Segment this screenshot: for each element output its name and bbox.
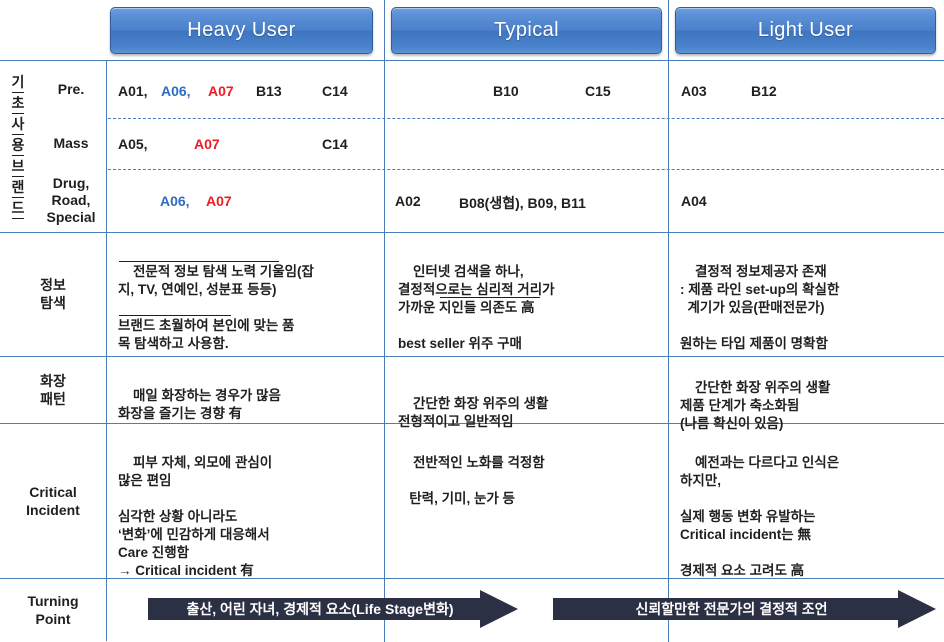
brand-code: A02: [395, 193, 421, 209]
turning-point-arrow-2: 신뢰할만한 전문가의 결정적 조언: [553, 590, 936, 628]
row-label-turning-point: Turning Point: [27, 593, 79, 627]
vertical-label-char-4: 브: [11, 157, 25, 177]
brand-code: A07: [206, 193, 232, 209]
cell-text: 예전과는 다르다고 인식은 하지만, 실제 행동 변화 유발하는 Critica…: [680, 455, 840, 578]
brand-sublabel-pre: Pre.: [57, 80, 85, 97]
underline-deco: [119, 315, 231, 316]
turning-point-arrow-2-label: 신뢰할만한 전문가의 결정적 조언: [635, 601, 828, 617]
underline-deco: [440, 297, 540, 298]
row-label-info-search: 정보 탐색: [40, 277, 66, 311]
brand-code: A03: [681, 83, 707, 99]
vertical-label-char-1: 초: [11, 94, 25, 114]
cell-text: 결정적 정보제공자 존재 : 제품 라인 set-up의 확실한 계기가 있음(…: [680, 264, 840, 351]
turning-point-arrow-1: 출산, 어린 자녀, 경제적 요소(Life Stage변화): [148, 590, 518, 628]
brand-code: A07: [194, 136, 220, 152]
grid-hdash-pre-mass: [108, 118, 944, 119]
brand-code: B13: [256, 83, 282, 99]
brand-code: A05,: [118, 136, 148, 152]
cell-text: 전문적 정보 탐색 노력 기울임(잡 지, TV, 연예인, 성분표 등등) 브…: [118, 264, 314, 351]
cell-critical-incident-heavy: 피부 자체, 외모에 관심이 많은 편임 심각한 상황 아니라도 ‘변화’에 민…: [118, 436, 380, 598]
column-header-typical[interactable]: Typical: [391, 7, 662, 54]
column-header-light-user[interactable]: Light User: [675, 7, 936, 54]
vertical-label-char-0: 기: [11, 73, 25, 93]
brand-code: A07: [208, 83, 234, 99]
cell-critical-incident-light: 예전과는 다르다고 인식은 하지만, 실제 행동 변화 유발하는 Critica…: [680, 436, 942, 598]
column-header-typical-label: Typical: [493, 19, 560, 41]
brand-code: A06,: [161, 83, 191, 99]
brand-code: C14: [322, 136, 348, 152]
column-header-heavy-user[interactable]: Heavy User: [110, 7, 373, 54]
vertical-label-char-6: 드: [11, 199, 25, 219]
grid-vline-label-col: [106, 60, 107, 641]
brand-code: C15: [585, 83, 611, 99]
cell-makeup-heavy: 매일 화장하는 경우가 많음 화장을 즐기는 경향 有: [118, 369, 380, 441]
brand-code: A06,: [160, 193, 190, 209]
row-label-makeup-pattern: 화장 패턴: [40, 372, 66, 407]
column-header-heavy-user-label: Heavy User: [187, 19, 296, 41]
cell-critical-incident-typical: 전반적인 노화를 걱정함 탄력, 기미, 눈가 등: [398, 436, 666, 526]
cell-text: 피부 자체, 외모에 관심이 많은 편임 심각한 상황 아니라도 ‘변화’에 민…: [118, 455, 273, 578]
brand-sublabel-drug: Drug, Road, Special: [46, 175, 96, 225]
brand-code: A04: [681, 193, 707, 209]
cell-info-search-light: 결정적 정보제공자 존재 : 제품 라인 set-up의 확실한 계기가 있음(…: [680, 245, 942, 371]
slide-canvas: Heavy User Typical Light User 기 초 사 용 브 …: [0, 0, 944, 642]
brand-sublabel-mass: Mass: [53, 135, 89, 151]
turning-point-arrow-1-label: 출산, 어린 자녀, 경제적 요소(Life Stage변화): [186, 601, 454, 617]
vertical-label-char-2: 사: [11, 115, 25, 135]
grid-hline-top: [0, 60, 944, 61]
vertical-label-base-brand: 기 초 사 용 브 랜 드: [4, 62, 32, 230]
brand-code: B10: [493, 83, 519, 99]
cell-info-search-heavy: 전문적 정보 탐색 노력 기울임(잡 지, TV, 연예인, 성분표 등등) 브…: [118, 245, 380, 371]
grid-vline-typ-light: [668, 0, 669, 642]
brand-code: B08(생협), B09, B11: [459, 195, 586, 211]
cell-text: 매일 화장하는 경우가 많음 화장을 즐기는 경향 有: [118, 388, 281, 421]
vertical-label-char-3: 용: [11, 136, 25, 156]
underline-deco: [119, 261, 279, 262]
cell-text: 전반적인 노화를 걱정함 탄력, 기미, 눈가 등: [409, 455, 545, 506]
brand-code: C14: [322, 83, 348, 99]
column-header-light-user-label: Light User: [757, 19, 854, 41]
cell-text: 간단한 화장 위주의 생활 제품 단계가 축소화됨 (나름 확신이 있음): [680, 380, 831, 431]
vertical-label-char-5: 랜: [11, 178, 25, 198]
brand-code: A01,: [118, 83, 148, 99]
grid-vline-heavy-typ: [384, 0, 385, 642]
brand-code: B12: [751, 83, 777, 99]
grid-hdash-mass-drug: [108, 169, 944, 170]
cell-info-search-typical: 인터넷 검색을 하나, 결정적으로는 심리적 거리가 가까운 지인들 의존도 高…: [398, 245, 666, 371]
row-label-critical-incident: Critical Incident: [26, 483, 80, 518]
cell-text: 간단한 화장 위주의 생활 전형적이고 일반적임: [398, 396, 549, 429]
grid-hline-brand-info: [0, 232, 944, 233]
cell-text: 인터넷 검색을 하나, 결정적으로는 심리적 거리가 가까운 지인들 의존도 高…: [398, 264, 555, 351]
